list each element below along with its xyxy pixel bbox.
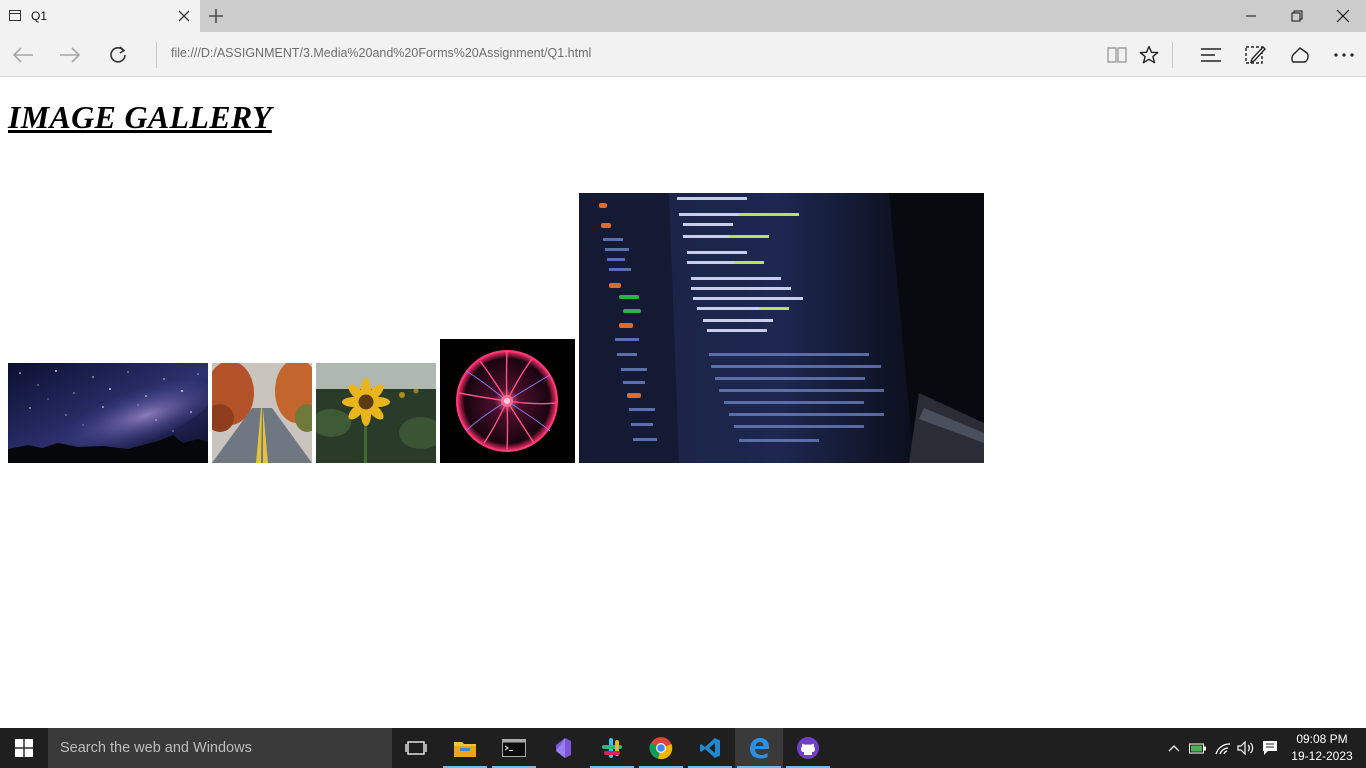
back-arrow-icon[interactable] bbox=[8, 40, 38, 70]
action-center-icon[interactable] bbox=[1260, 738, 1280, 758]
browser-toolbar: file:///D:/ASSIGNMENT/3.Media%20and%20Fo… bbox=[0, 32, 1366, 77]
share-icon[interactable] bbox=[1285, 40, 1315, 70]
file-explorer-button[interactable] bbox=[441, 728, 489, 768]
edge-button[interactable] bbox=[735, 728, 783, 768]
clock-date[interactable]: 19-12-2023 bbox=[1289, 749, 1355, 763]
taskbar-search-box[interactable]: Search the web and Windows bbox=[48, 728, 392, 768]
command-prompt-button[interactable] bbox=[490, 728, 538, 768]
reading-view-icon[interactable] bbox=[1102, 40, 1132, 70]
forward-arrow-icon[interactable] bbox=[55, 40, 85, 70]
wifi-icon[interactable] bbox=[1213, 738, 1233, 758]
visual-studio-button[interactable] bbox=[539, 728, 587, 768]
toolbar-divider bbox=[156, 42, 157, 68]
close-window-button[interactable] bbox=[1320, 0, 1366, 32]
task-view-button[interactable] bbox=[392, 728, 440, 768]
slack-button[interactable] bbox=[588, 728, 636, 768]
gallery-image-night-sky bbox=[8, 363, 208, 463]
search-placeholder: Search the web and Windows bbox=[60, 740, 252, 756]
refresh-icon[interactable] bbox=[103, 40, 133, 70]
web-page: IMAGE GALLERY bbox=[0, 77, 1366, 728]
browser-tab-bar: Q1 bbox=[0, 0, 1366, 32]
tab-close-icon[interactable] bbox=[176, 8, 192, 24]
gallery-image-sunflower bbox=[316, 363, 436, 463]
more-options-icon[interactable] bbox=[1329, 40, 1359, 70]
vscode-button[interactable] bbox=[686, 728, 734, 768]
web-note-icon[interactable] bbox=[1240, 40, 1270, 70]
volume-icon[interactable] bbox=[1236, 738, 1256, 758]
new-tab-icon[interactable] bbox=[206, 6, 226, 26]
toolbar-divider bbox=[1172, 42, 1173, 68]
hub-icon[interactable] bbox=[1196, 40, 1226, 70]
gallery-image-plasma-ball bbox=[440, 339, 575, 463]
start-button[interactable] bbox=[0, 728, 48, 768]
page-icon bbox=[9, 10, 21, 21]
page-title: IMAGE GALLERY bbox=[8, 99, 272, 135]
gallery-image-code-laptop bbox=[579, 193, 984, 463]
windows-taskbar: Search the web and Windows 09:08 PM 19-1… bbox=[0, 728, 1366, 768]
battery-icon[interactable] bbox=[1188, 738, 1208, 758]
chevron-up-icon[interactable] bbox=[1164, 738, 1184, 758]
gallery-image-autumn-road bbox=[212, 363, 312, 463]
address-bar[interactable]: file:///D:/ASSIGNMENT/3.Media%20and%20Fo… bbox=[171, 46, 591, 60]
chrome-button[interactable] bbox=[637, 728, 685, 768]
browser-tab[interactable]: Q1 bbox=[0, 0, 200, 32]
minimize-button[interactable] bbox=[1228, 0, 1274, 32]
restore-button[interactable] bbox=[1274, 0, 1320, 32]
clock-time[interactable]: 09:08 PM bbox=[1292, 732, 1352, 746]
favorite-star-icon[interactable] bbox=[1134, 40, 1164, 70]
windows-logo-icon bbox=[15, 739, 33, 757]
github-desktop-button[interactable] bbox=[784, 728, 832, 768]
tab-title: Q1 bbox=[31, 9, 48, 23]
